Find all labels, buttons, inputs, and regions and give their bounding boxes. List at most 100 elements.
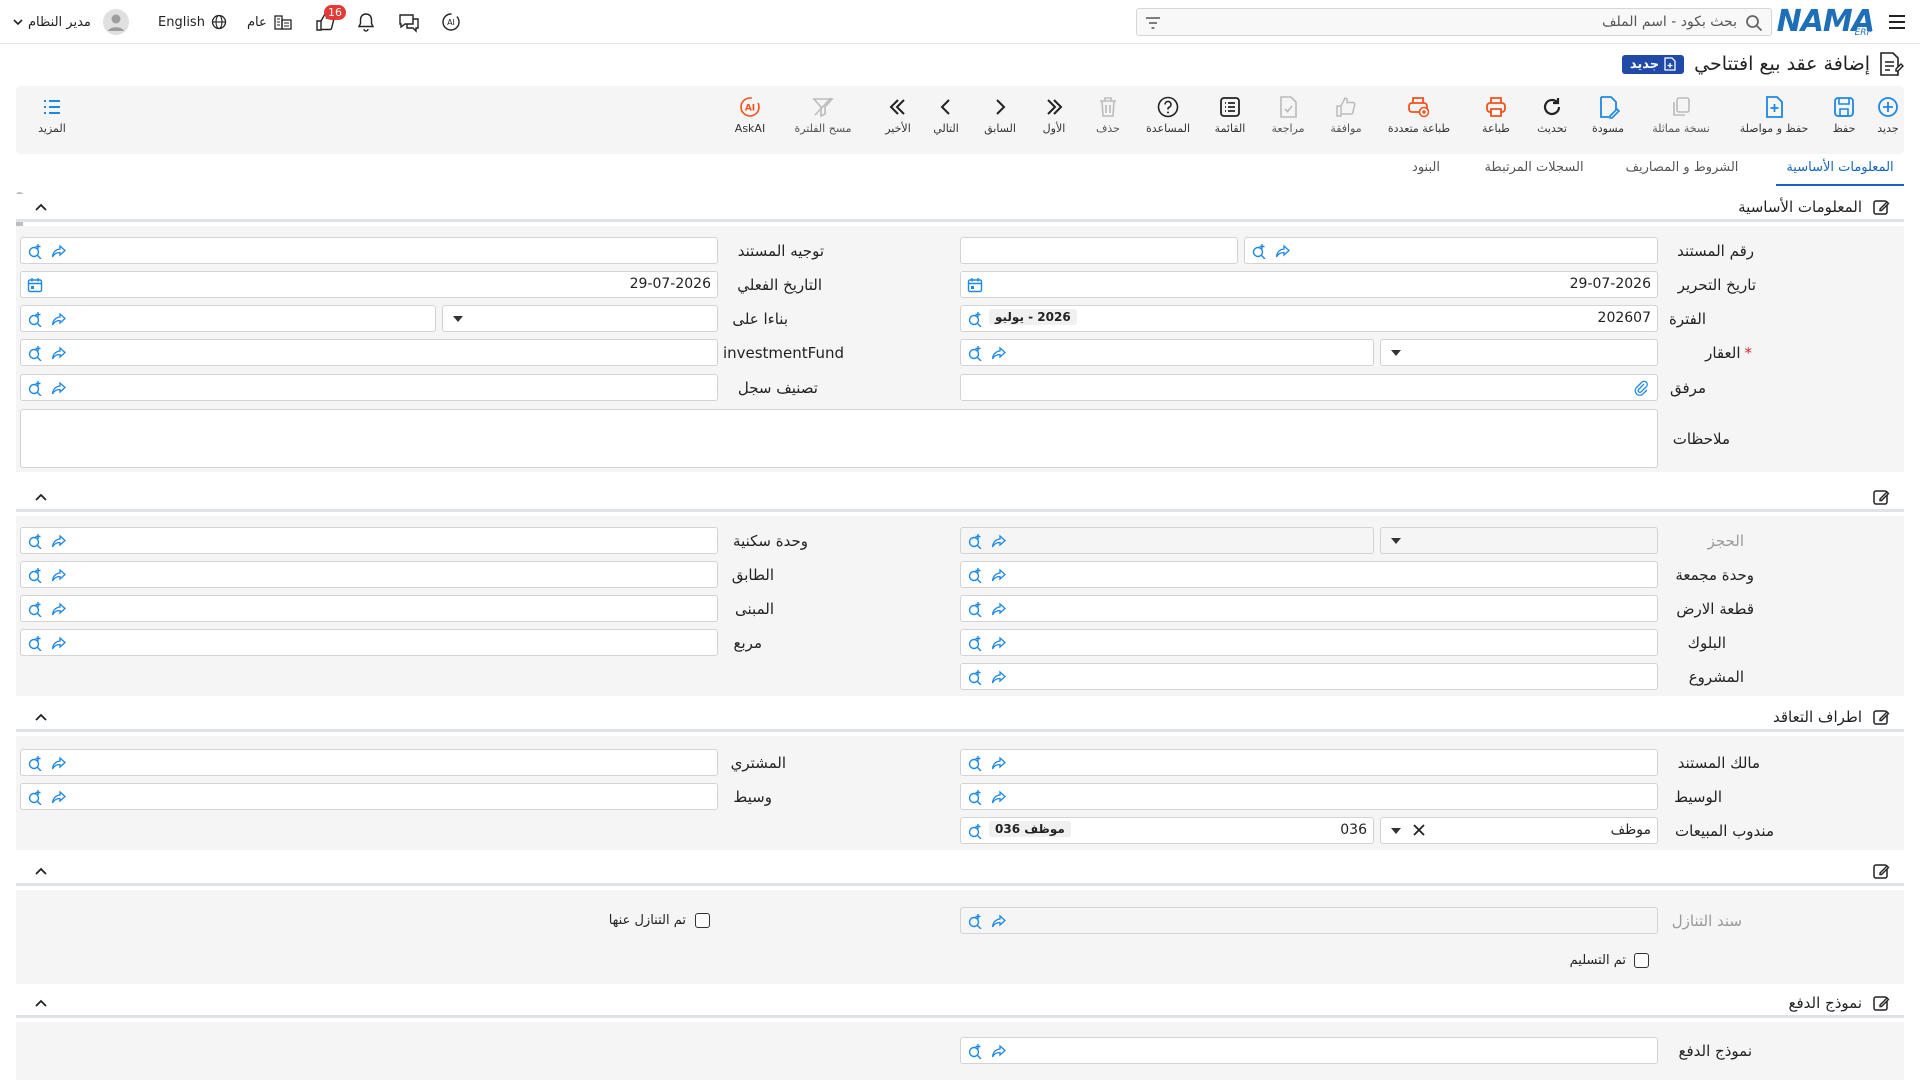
more-button[interactable]: المزيد — [24, 94, 80, 135]
chevron-up-icon[interactable] — [34, 200, 48, 214]
delivered-checkbox[interactable] — [1634, 953, 1649, 968]
print-button[interactable]: طباعة — [1468, 94, 1524, 135]
chevron-up-icon[interactable] — [34, 710, 48, 724]
save-continue-button[interactable]: حفظ و مواصلة — [1730, 94, 1818, 135]
search-plus-icon[interactable] — [967, 913, 983, 929]
duplicate-button[interactable]: نسخة مماثلة — [1642, 94, 1720, 135]
share-arrow-icon[interactable] — [51, 755, 67, 771]
filter-icon[interactable] — [1145, 15, 1161, 31]
share-arrow-icon[interactable] — [1275, 243, 1291, 259]
share-arrow-icon[interactable] — [51, 635, 67, 651]
search-plus-icon[interactable] — [967, 635, 983, 651]
clear-filter-button[interactable]: مسح الفلترة — [788, 94, 858, 135]
based-on-select[interactable] — [442, 305, 718, 332]
aggregate-unit-field[interactable] — [960, 561, 1658, 588]
search-plus-icon[interactable] — [967, 601, 983, 617]
search-plus-icon[interactable] — [967, 345, 983, 361]
attachment-field[interactable] — [960, 374, 1658, 401]
draft-button[interactable]: مسودة — [1580, 94, 1636, 135]
chevron-up-icon[interactable] — [34, 490, 48, 504]
messages-button[interactable] — [398, 0, 420, 44]
notes-textarea[interactable] — [20, 409, 1658, 468]
search-plus-icon[interactable] — [27, 533, 43, 549]
ask-ai-button[interactable]: AI AskAI — [722, 94, 778, 135]
share-arrow-icon[interactable] — [51, 311, 67, 327]
search-plus-icon[interactable] — [967, 533, 983, 549]
broker-field[interactable] — [960, 783, 1658, 810]
residential-unit-field[interactable] — [20, 527, 718, 554]
search-plus-icon[interactable] — [967, 755, 983, 771]
search-plus-icon[interactable] — [967, 669, 983, 685]
doc-number-field[interactable] — [1244, 237, 1658, 264]
tab-related-records[interactable]: السجلات المرتبطة — [1474, 160, 1594, 186]
help-button[interactable]: المساعدة — [1136, 94, 1200, 135]
calendar-icon[interactable] — [967, 277, 983, 293]
section-basic-header[interactable]: المعلومات الأساسية — [16, 194, 1904, 222]
investment-fund-field[interactable] — [20, 339, 718, 366]
approvals-button[interactable]: 16 — [314, 0, 346, 44]
delete-button[interactable]: حذف — [1080, 94, 1136, 135]
next-record-button[interactable]: التالي — [918, 94, 974, 135]
share-arrow-icon[interactable] — [991, 601, 1007, 617]
doc-direction-field[interactable] — [20, 237, 718, 264]
section-parties-header[interactable]: اطراف التعاقد — [16, 704, 1904, 732]
period-field[interactable]: 202607 2026 - يوليو — [960, 305, 1658, 332]
share-arrow-icon[interactable] — [991, 913, 1007, 929]
reservation-lookup-field[interactable] — [960, 527, 1374, 554]
share-arrow-icon[interactable] — [991, 755, 1007, 771]
section-waiver-header[interactable] — [16, 858, 1904, 886]
list-button[interactable]: القائمة — [1202, 94, 1258, 135]
payment-model-field[interactable] — [960, 1037, 1658, 1064]
share-arrow-icon[interactable] — [991, 533, 1007, 549]
notifications-button[interactable] — [356, 0, 376, 44]
share-arrow-icon[interactable] — [991, 567, 1007, 583]
buyer-field[interactable] — [20, 749, 718, 776]
search-plus-icon[interactable] — [27, 635, 43, 651]
land-plot-field[interactable] — [960, 595, 1658, 622]
share-arrow-icon[interactable] — [991, 635, 1007, 651]
search-plus-icon[interactable] — [27, 311, 43, 327]
search-plus-icon[interactable] — [1251, 243, 1267, 259]
search-plus-icon[interactable] — [967, 1043, 983, 1059]
share-arrow-icon[interactable] — [991, 1043, 1007, 1059]
calendar-icon[interactable] — [27, 277, 43, 293]
block-field[interactable] — [960, 629, 1658, 656]
clear-icon[interactable] — [1413, 824, 1425, 836]
search-plus-icon[interactable] — [27, 243, 43, 259]
waived-checkbox[interactable] — [695, 913, 710, 928]
user-menu[interactable]: مدير النظام — [12, 0, 129, 44]
search-plus-icon[interactable] — [27, 789, 43, 805]
share-arrow-icon[interactable] — [991, 789, 1007, 805]
menu-icon[interactable] — [1886, 11, 1908, 33]
section-payment-header[interactable]: نموذج الدفع — [16, 990, 1904, 1018]
waiver-doc-field[interactable] — [960, 907, 1658, 934]
search-plus-icon[interactable] — [967, 567, 983, 583]
search-plus-icon[interactable] — [967, 823, 983, 839]
last-record-button[interactable]: الأخير — [870, 94, 926, 135]
chevron-up-icon[interactable] — [34, 996, 48, 1010]
intermediary-field[interactable] — [20, 783, 718, 810]
search-plus-icon[interactable] — [27, 755, 43, 771]
search-icon[interactable] — [1745, 14, 1763, 32]
search-input[interactable] — [1177, 12, 1737, 32]
sales-rep-lookup-field[interactable]: 036 موظف 036 — [960, 817, 1374, 844]
share-arrow-icon[interactable] — [51, 533, 67, 549]
property-select[interactable] — [1380, 339, 1658, 366]
section-units-header[interactable] — [16, 484, 1904, 512]
search-plus-icon[interactable] — [967, 789, 983, 805]
based-on-lookup-field[interactable] — [20, 305, 436, 332]
share-arrow-icon[interactable] — [51, 243, 67, 259]
language-switch[interactable]: English — [158, 0, 227, 44]
building-field[interactable] — [20, 595, 718, 622]
refresh-button[interactable]: تحديث — [1524, 94, 1580, 135]
floor-field[interactable] — [20, 561, 718, 588]
square-field[interactable] — [20, 629, 718, 656]
share-arrow-icon[interactable] — [51, 601, 67, 617]
search-plus-icon[interactable] — [27, 601, 43, 617]
record-class-field[interactable] — [20, 374, 718, 401]
issue-date-field[interactable]: 29-07-2026 — [960, 271, 1658, 298]
paperclip-icon[interactable] — [1633, 380, 1649, 396]
tab-items[interactable]: البنود — [1396, 160, 1456, 186]
share-arrow-icon[interactable] — [51, 345, 67, 361]
property-lookup-field[interactable] — [960, 339, 1374, 366]
